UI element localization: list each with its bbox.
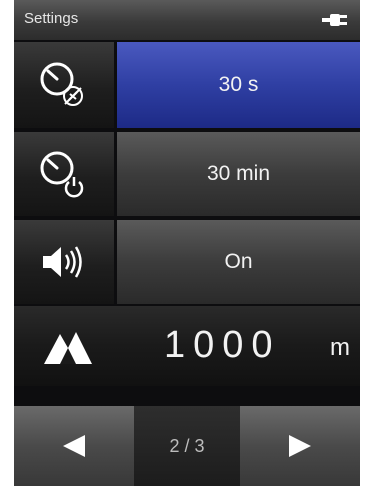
plug-icon [322,14,347,26]
page-indicator-text: 2 / 3 [169,435,205,456]
left-arrow-icon [63,435,85,457]
setting-row-sound: On [14,220,360,304]
setting-row-backlight: 30 s [14,42,360,128]
title-bar: Settings [14,0,360,40]
backlight-timer-value: 30 s [218,73,259,96]
mountain-icon [44,332,92,364]
backlight-timer-button[interactable]: 30 s [117,42,360,128]
device-screen: Settings 30 s 30 min On 1000 m 2 / 3 [14,0,360,486]
sound-button[interactable]: On [117,220,360,304]
auto-off-timer-button[interactable]: 30 min [117,132,360,216]
altitude-unit: m [330,334,350,361]
sound-value: On [224,250,253,273]
next-page-button[interactable] [240,406,360,486]
right-arrow-icon [289,435,311,457]
setting-row-auto-off: 30 min [14,132,360,216]
pagination-bar: 2 / 3 [14,406,360,486]
auto-off-timer-value: 30 min [206,162,271,185]
previous-page-button[interactable] [14,406,134,486]
page-indicator: 2 / 3 [134,406,240,486]
screen-title: Settings [24,10,79,27]
auto-off-timer-icon [14,132,114,216]
backlight-timer-icon [14,42,114,128]
altitude-row: 1000 m [14,306,360,386]
altitude-value[interactable]: 1000 [164,324,281,367]
speaker-icon [14,220,114,304]
